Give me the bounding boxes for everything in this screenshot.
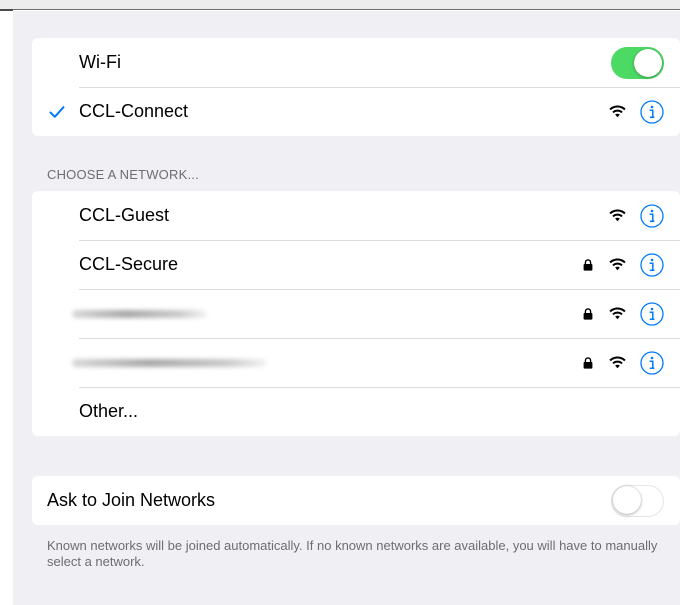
wifi-toggle-row: Wi-Fi (32, 38, 680, 87)
info-icon[interactable] (640, 204, 664, 228)
choose-network-header: CHOOSE A NETWORK... (47, 167, 199, 182)
wifi-label: Wi-Fi (79, 52, 121, 72)
network-name: CCL-Guest (79, 205, 170, 225)
connected-network-icons (609, 87, 664, 136)
wifi-signal-icon (609, 258, 626, 271)
other-network-row[interactable]: Other... (32, 387, 680, 436)
ask-to-join-group: Ask to Join Networks (32, 476, 680, 525)
wifi-signal-icon (609, 105, 626, 118)
network-row-ccl-guest[interactable]: CCL-Guest (32, 191, 680, 240)
obscured-network-name (72, 309, 207, 318)
lock-icon (583, 357, 593, 369)
network-name: CCL-Secure (79, 254, 179, 274)
network-row-ccl-secure[interactable]: CCL-Secure (32, 240, 680, 289)
info-icon[interactable] (640, 351, 664, 375)
ask-to-join-label: Ask to Join Networks (47, 490, 216, 510)
wifi-settings-panel: Wi-Fi CCL-Connect CHOOSE A NETWORK... CC… (13, 11, 680, 605)
lock-icon (583, 259, 593, 271)
wifi-toggle-knob (634, 48, 662, 77)
obscured-network-name (72, 358, 267, 367)
ask-to-join-row: Ask to Join Networks (32, 476, 680, 525)
info-icon[interactable] (640, 302, 664, 326)
wifi-toggle-switch[interactable] (611, 46, 664, 79)
network-row-obscured-2[interactable] (32, 338, 680, 387)
network-icons (583, 289, 664, 338)
network-icons (583, 338, 664, 387)
available-networks-group: CCL-Guest CCL-Secure Other... (32, 191, 680, 436)
checkmark-icon (49, 105, 65, 118)
ask-to-join-switch[interactable] (611, 484, 664, 517)
top-edge-tick (0, 9, 13, 11)
ask-to-join-footer: Known networks will be joined automatica… (47, 538, 658, 569)
connected-network-name: CCL-Connect (79, 101, 189, 121)
other-network-label: Other... (79, 401, 139, 421)
info-icon[interactable] (640, 100, 664, 124)
screenshot-frame: Wi-Fi CCL-Connect CHOOSE A NETWORK... CC… (0, 0, 680, 605)
wifi-group: Wi-Fi CCL-Connect (32, 38, 680, 136)
wifi-signal-icon (609, 356, 626, 369)
wifi-signal-icon (609, 209, 626, 222)
network-row-obscured-1[interactable] (32, 289, 680, 338)
wifi-signal-icon (609, 307, 626, 320)
network-icons (583, 240, 664, 289)
info-icon[interactable] (640, 253, 664, 277)
ask-to-join-knob (613, 486, 641, 514)
top-edge-bar (0, 0, 680, 10)
network-icons (609, 191, 664, 240)
connected-network-row[interactable]: CCL-Connect (32, 87, 680, 136)
lock-icon (583, 308, 593, 320)
